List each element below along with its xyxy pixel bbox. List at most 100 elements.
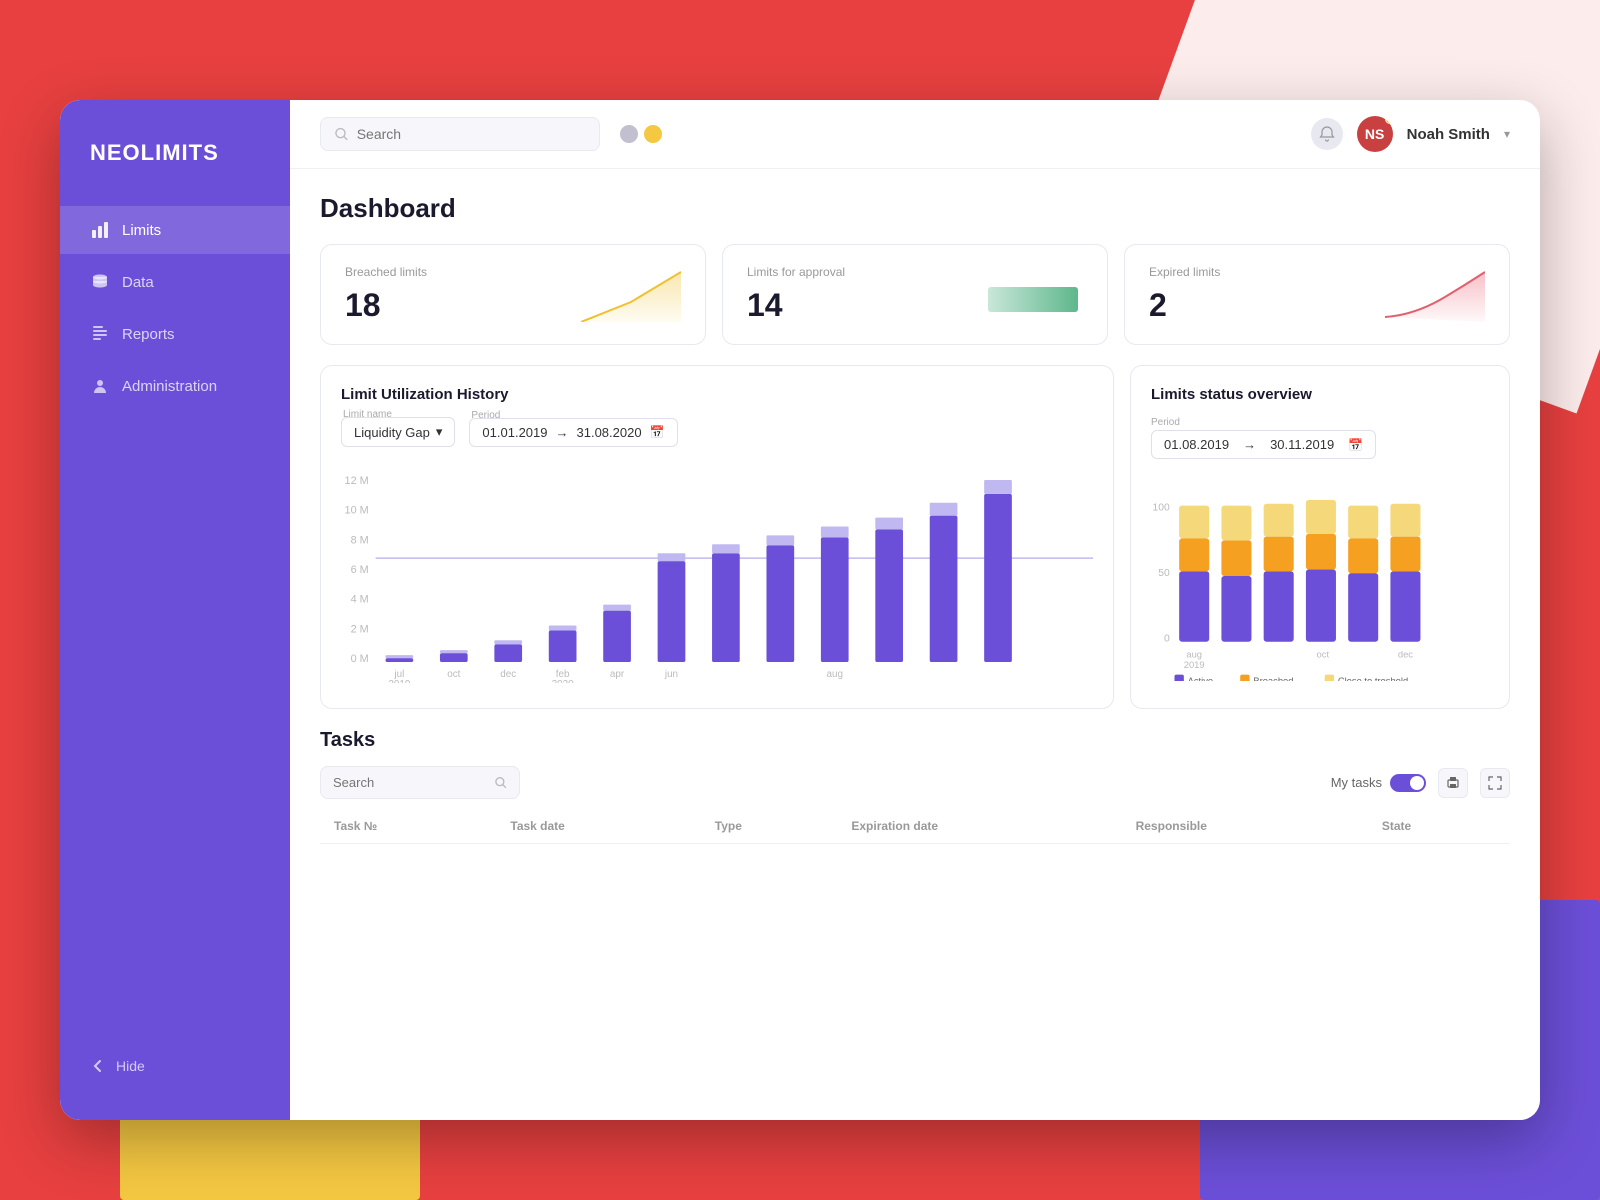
col-state: State bbox=[1368, 809, 1510, 844]
notification-icon[interactable] bbox=[1311, 118, 1343, 150]
svg-text:6 M: 6 M bbox=[351, 564, 369, 576]
svg-text:2019: 2019 bbox=[1184, 660, 1205, 670]
search-input[interactable] bbox=[357, 126, 585, 142]
svg-text:12 M: 12 M bbox=[345, 475, 369, 487]
tasks-table-header-row: Task № Task date Type Expiration date Re… bbox=[320, 809, 1510, 844]
col-responsible: Responsible bbox=[1122, 809, 1368, 844]
svg-text:apr: apr bbox=[610, 669, 625, 680]
header-right: NS Noah Smith ▾ bbox=[1311, 116, 1510, 152]
print-button[interactable] bbox=[1438, 768, 1468, 798]
status-period-start: 01.08.2019 bbox=[1164, 437, 1229, 452]
stat-info-expired: Expired limits 2 bbox=[1149, 265, 1385, 324]
arrow-left-icon bbox=[90, 1058, 106, 1074]
svg-text:Close to treshold: Close to treshold bbox=[1338, 676, 1408, 681]
col-task-date: Task date bbox=[496, 809, 700, 844]
breached-mini-chart bbox=[581, 267, 681, 322]
status-bar-chart: 0 50 100 bbox=[1151, 471, 1489, 681]
sidebar-item-data-label: Data bbox=[122, 274, 154, 291]
svg-text:jun: jun bbox=[664, 669, 678, 680]
tasks-search-input[interactable] bbox=[333, 775, 487, 790]
status-calendar-icon[interactable]: 📅 bbox=[1348, 438, 1363, 452]
svg-text:0: 0 bbox=[1164, 634, 1170, 645]
chevron-down-icon[interactable]: ▾ bbox=[1504, 127, 1510, 141]
svg-text:oct: oct bbox=[447, 669, 460, 680]
sidebar-item-administration-label: Administration bbox=[122, 378, 217, 395]
svg-text:100: 100 bbox=[1153, 502, 1170, 513]
bell-icon bbox=[1319, 126, 1335, 142]
sidebar-item-limits-label: Limits bbox=[122, 222, 161, 239]
period-label: Period bbox=[471, 410, 500, 421]
search-box[interactable] bbox=[320, 117, 600, 151]
stat-label-breached: Breached limits bbox=[345, 265, 581, 279]
svg-text:50: 50 bbox=[1158, 568, 1170, 579]
tasks-search-box[interactable] bbox=[320, 766, 520, 799]
select-chevron-icon: ▾ bbox=[436, 424, 443, 440]
limit-name-label: Limit name bbox=[343, 409, 392, 420]
sidebar-hide-button[interactable]: Hide bbox=[60, 1042, 290, 1090]
limit-name-value: Liquidity Gap bbox=[354, 425, 430, 440]
my-tasks-switch[interactable] bbox=[1390, 774, 1426, 792]
page-title: Dashboard bbox=[320, 193, 1510, 224]
period-end: 31.08.2020 bbox=[577, 425, 642, 440]
status-period-end: 30.11.2019 bbox=[1270, 437, 1334, 452]
search-icon bbox=[335, 127, 349, 142]
app-container: NEOLIMITS Limits Data Reports bbox=[60, 100, 1540, 1120]
notification-badge bbox=[1385, 116, 1393, 124]
admin-icon bbox=[90, 376, 110, 396]
svg-text:2 M: 2 M bbox=[351, 623, 369, 635]
svg-text:8 M: 8 M bbox=[351, 534, 369, 546]
svg-text:dec: dec bbox=[500, 669, 516, 680]
status-date-range[interactable]: 01.08.2019 → 30.11.2019 📅 bbox=[1151, 430, 1376, 459]
approval-mini-chart bbox=[983, 267, 1083, 322]
tasks-section: Tasks My tasks bbox=[320, 729, 1510, 844]
sidebar-item-administration[interactable]: Administration bbox=[60, 362, 290, 410]
theme-dot-gray[interactable] bbox=[620, 125, 638, 143]
stat-card-expired: Expired limits 2 bbox=[1124, 244, 1510, 345]
dashboard-body: Dashboard Breached limits 18 bbox=[290, 169, 1540, 1120]
toggle-knob bbox=[1410, 776, 1424, 790]
svg-text:dec: dec bbox=[1398, 650, 1413, 660]
sidebar-item-limits[interactable]: Limits bbox=[60, 206, 290, 254]
period-start: 01.01.2019 bbox=[482, 425, 547, 440]
stat-card-breached: Breached limits 18 bbox=[320, 244, 706, 345]
stat-label-expired: Expired limits bbox=[1149, 265, 1385, 279]
theme-dot-yellow[interactable] bbox=[644, 125, 662, 143]
svg-text:Breached: Breached bbox=[1253, 676, 1293, 681]
chart-controls: Limit name Liquidity Gap ▾ Period 01.01.… bbox=[341, 417, 1093, 447]
status-period-label: Period bbox=[1151, 417, 1489, 428]
svg-text:Active: Active bbox=[1188, 676, 1214, 681]
calendar-icon[interactable]: 📅 bbox=[650, 425, 665, 439]
svg-text:4 M: 4 M bbox=[351, 594, 369, 606]
arrow-icon: → bbox=[556, 425, 569, 440]
report-icon bbox=[90, 324, 110, 344]
status-overview-title: Limits status overview bbox=[1151, 386, 1489, 403]
col-expiration-date: Expiration date bbox=[837, 809, 1121, 844]
tasks-title: Tasks bbox=[320, 729, 1510, 752]
hide-label: Hide bbox=[116, 1058, 145, 1074]
stat-value-breached: 18 bbox=[345, 287, 581, 324]
my-tasks-label: My tasks bbox=[1331, 775, 1382, 790]
svg-text:0 M: 0 M bbox=[351, 653, 369, 665]
database-icon bbox=[90, 272, 110, 292]
utilization-bar-chart: 0 M 2 M 4 M 6 M 8 M 10 M 12 M jul bbox=[341, 463, 1093, 683]
expand-icon bbox=[1488, 776, 1502, 790]
expired-mini-chart bbox=[1385, 267, 1485, 322]
app-logo: NEOLIMITS bbox=[60, 140, 290, 206]
header: NS Noah Smith ▾ bbox=[290, 100, 1540, 169]
col-type: Type bbox=[701, 809, 838, 844]
svg-text:aug: aug bbox=[827, 669, 843, 680]
date-range-control[interactable]: 01.01.2019 → 31.08.2020 📅 bbox=[469, 418, 677, 447]
stat-value-approval: 14 bbox=[747, 287, 983, 324]
sidebar-item-reports[interactable]: Reports bbox=[60, 310, 290, 358]
utilization-chart-card: Limit Utilization History Limit name Liq… bbox=[320, 365, 1114, 709]
limit-name-select[interactable]: Liquidity Gap ▾ bbox=[341, 417, 455, 447]
user-name: Noah Smith bbox=[1407, 126, 1490, 143]
tasks-toolbar: My tasks bbox=[320, 766, 1510, 799]
expand-button[interactable] bbox=[1480, 768, 1510, 798]
main-content: NS Noah Smith ▾ Dashboard Breached limit… bbox=[290, 100, 1540, 1120]
stat-info-breached: Breached limits 18 bbox=[345, 265, 581, 324]
status-overview-card: Limits status overview Period 01.08.2019… bbox=[1130, 365, 1510, 709]
print-icon bbox=[1446, 776, 1460, 790]
sidebar-item-data[interactable]: Data bbox=[60, 258, 290, 306]
svg-text:2019: 2019 bbox=[388, 679, 410, 683]
